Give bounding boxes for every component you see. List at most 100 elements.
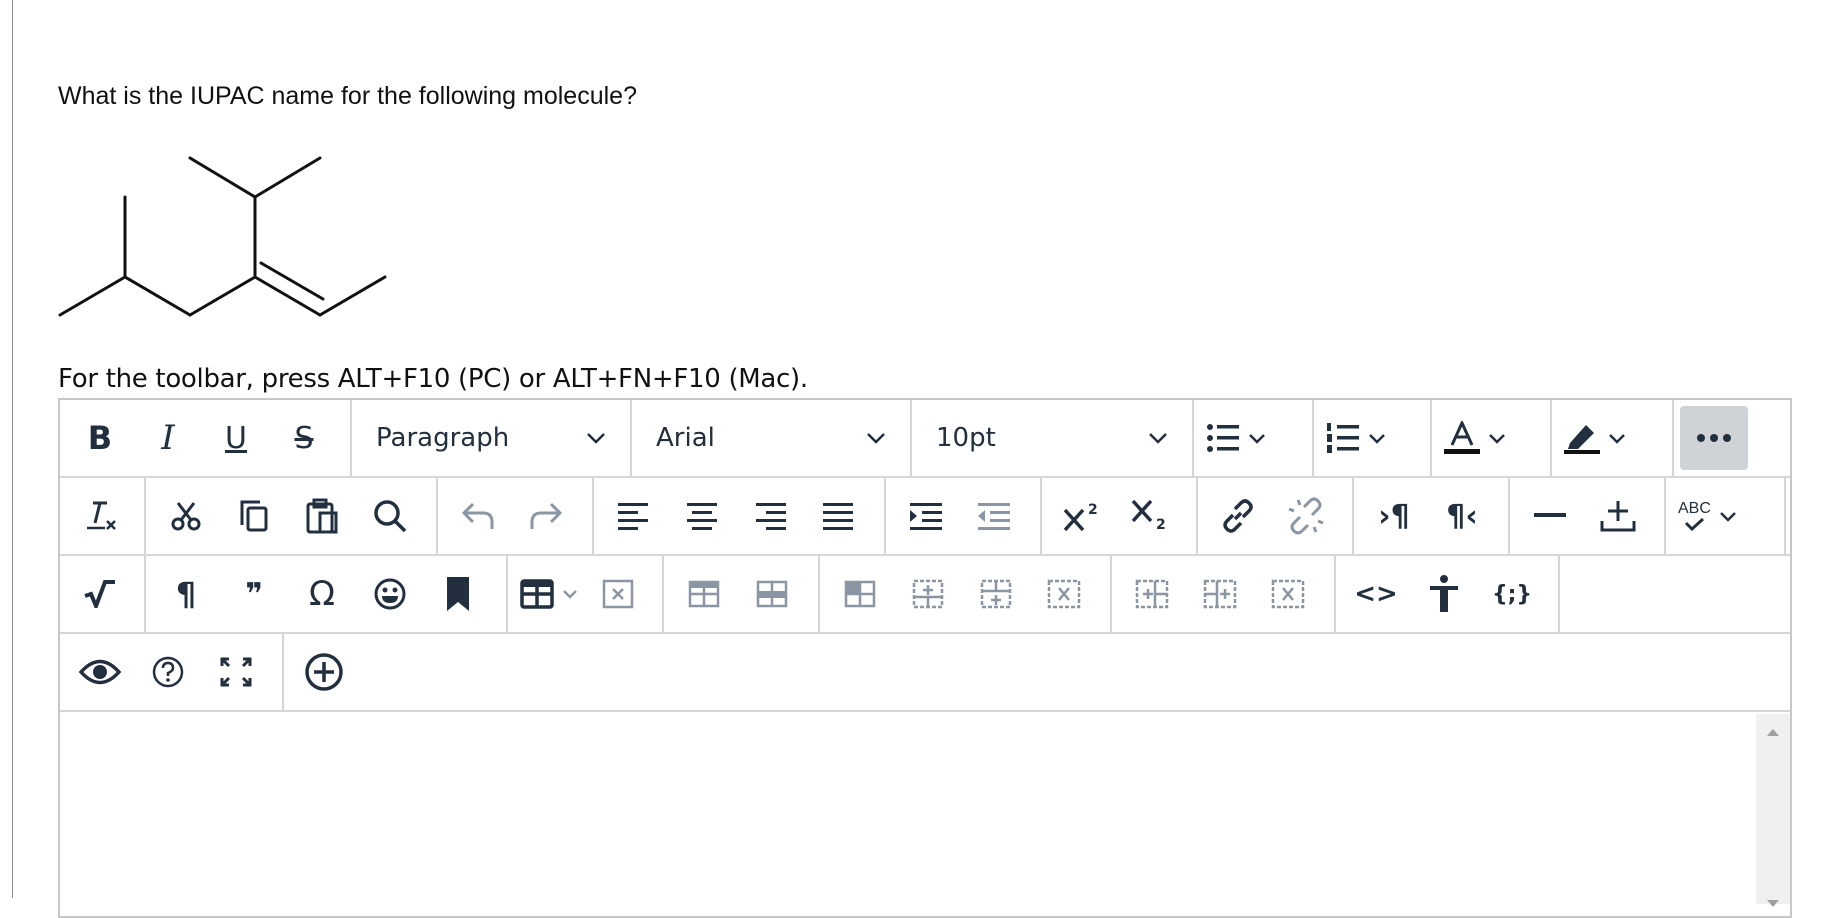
math-equation-button[interactable] [66, 562, 134, 626]
plus-circle-icon [305, 653, 343, 691]
table-column-group [1112, 556, 1336, 632]
underline-icon: U [225, 420, 247, 456]
copy-button[interactable] [220, 484, 288, 548]
align-right-button[interactable] [736, 484, 804, 548]
font-family-select[interactable]: Arial [632, 400, 912, 476]
table-header-button[interactable] [826, 562, 894, 626]
blockquote-button[interactable]: ❞ [220, 562, 288, 626]
bullet-list-icon [1207, 424, 1239, 452]
cut-button[interactable] [152, 484, 220, 548]
editor-scrollbar[interactable] [1756, 714, 1790, 907]
delete-column-icon [1271, 579, 1305, 609]
insert-column-after-button[interactable] [1186, 562, 1254, 626]
subscript-icon: 2 [1131, 499, 1166, 533]
chevron-down-icon [1489, 433, 1505, 444]
insert-link-button[interactable] [1204, 484, 1272, 548]
subscript-button[interactable]: 2 [1116, 484, 1184, 548]
delete-table-button[interactable] [584, 562, 652, 626]
insert-row-after-button[interactable] [962, 562, 1030, 626]
chevron-down-icon [1149, 433, 1167, 444]
outdent-button[interactable] [960, 484, 1028, 548]
strikethrough-button[interactable]: S [270, 406, 338, 470]
undo-button[interactable] [444, 484, 512, 548]
delete-row-button[interactable] [1030, 562, 1098, 626]
numbered-list-button[interactable] [1320, 406, 1392, 470]
bookmark-icon [447, 577, 469, 611]
text-color-icon [1444, 421, 1480, 454]
spellcheck-button[interactable]: ABC [1672, 484, 1743, 548]
chevron-down-icon [563, 590, 577, 599]
bullet-list-button[interactable] [1200, 406, 1272, 470]
find-replace-button[interactable] [356, 484, 424, 548]
table-button[interactable] [514, 562, 584, 626]
molecule-structure-image [58, 156, 387, 317]
highlight-color-button[interactable] [1558, 406, 1632, 470]
remove-link-button[interactable] [1272, 484, 1340, 548]
accessibility-checker-button[interactable] [1410, 562, 1478, 626]
help-icon [152, 656, 184, 688]
view-group [60, 634, 284, 710]
insert-column-before-button[interactable] [1118, 562, 1186, 626]
numbered-list-icon [1327, 423, 1359, 453]
rtl-button[interactable]: ¶‹ [1428, 484, 1496, 548]
clear-formatting-button[interactable] [66, 484, 134, 548]
numbered-list-group [1314, 400, 1432, 476]
smiley-icon [374, 578, 406, 610]
chevron-down-icon [1720, 511, 1736, 522]
undo-redo-group [438, 478, 594, 554]
underline-button[interactable]: U [202, 406, 270, 470]
emoticons-button[interactable] [356, 562, 424, 626]
preview-button[interactable] [66, 640, 134, 704]
text-color-button[interactable] [1438, 406, 1512, 470]
editor-content-area[interactable] [60, 714, 1790, 907]
link-group [1198, 478, 1354, 554]
redo-button[interactable] [512, 484, 580, 548]
chevron-down-icon [1609, 433, 1625, 444]
help-button[interactable] [134, 640, 202, 704]
toolbar-row-2: 2 2 ›¶ ¶‹ ABC [60, 478, 1790, 556]
indent-button[interactable] [892, 484, 960, 548]
scroll-up-icon[interactable] [1756, 722, 1790, 742]
more-options-button[interactable] [1680, 406, 1748, 470]
italic-icon: I [161, 418, 175, 458]
add-content-button[interactable] [290, 640, 358, 704]
align-left-button[interactable] [600, 484, 668, 548]
fullscreen-icon [220, 657, 252, 687]
text-color-group [1432, 400, 1552, 476]
math-group [60, 556, 146, 632]
code-sample-button[interactable]: {;} [1478, 562, 1546, 626]
pilcrow-icon: ¶ [175, 575, 197, 613]
accessibility-icon [1430, 575, 1458, 612]
script-group: 2 2 [1042, 478, 1198, 554]
table-header-icon [844, 580, 876, 608]
italic-button[interactable]: I [134, 406, 202, 470]
bullet-list-group [1194, 400, 1314, 476]
omega-icon: Ω [309, 574, 335, 614]
chevron-down-icon [587, 433, 605, 444]
insert-content-button[interactable] [1584, 484, 1652, 548]
horizontal-line-button[interactable] [1516, 484, 1584, 548]
anchor-button[interactable] [424, 562, 492, 626]
fullscreen-button[interactable] [202, 640, 270, 704]
insert-row-before-button[interactable] [894, 562, 962, 626]
table-cell-properties-button[interactable] [670, 562, 738, 626]
delete-column-button[interactable] [1254, 562, 1322, 626]
bold-button[interactable]: B [66, 406, 134, 470]
show-blocks-button[interactable]: ¶ [152, 562, 220, 626]
font-size-select[interactable]: 10pt [912, 400, 1194, 476]
source-code-button[interactable]: <> [1342, 562, 1410, 626]
clipboard-icon [306, 498, 338, 534]
table-row-properties-button[interactable] [738, 562, 806, 626]
special-character-button[interactable]: Ω [288, 562, 356, 626]
block-format-select[interactable]: Paragraph [352, 400, 632, 476]
right-to-left-icon: ¶‹ [1446, 498, 1478, 534]
justify-button[interactable] [804, 484, 872, 548]
ltr-button[interactable]: ›¶ [1360, 484, 1428, 548]
unlink-icon [1288, 497, 1324, 535]
superscript-button[interactable]: 2 [1048, 484, 1116, 548]
paste-button[interactable] [288, 484, 356, 548]
align-center-button[interactable] [668, 484, 736, 548]
copy-icon [240, 500, 268, 532]
left-to-right-icon: ›¶ [1378, 498, 1410, 534]
scroll-down-icon[interactable] [1756, 894, 1790, 914]
